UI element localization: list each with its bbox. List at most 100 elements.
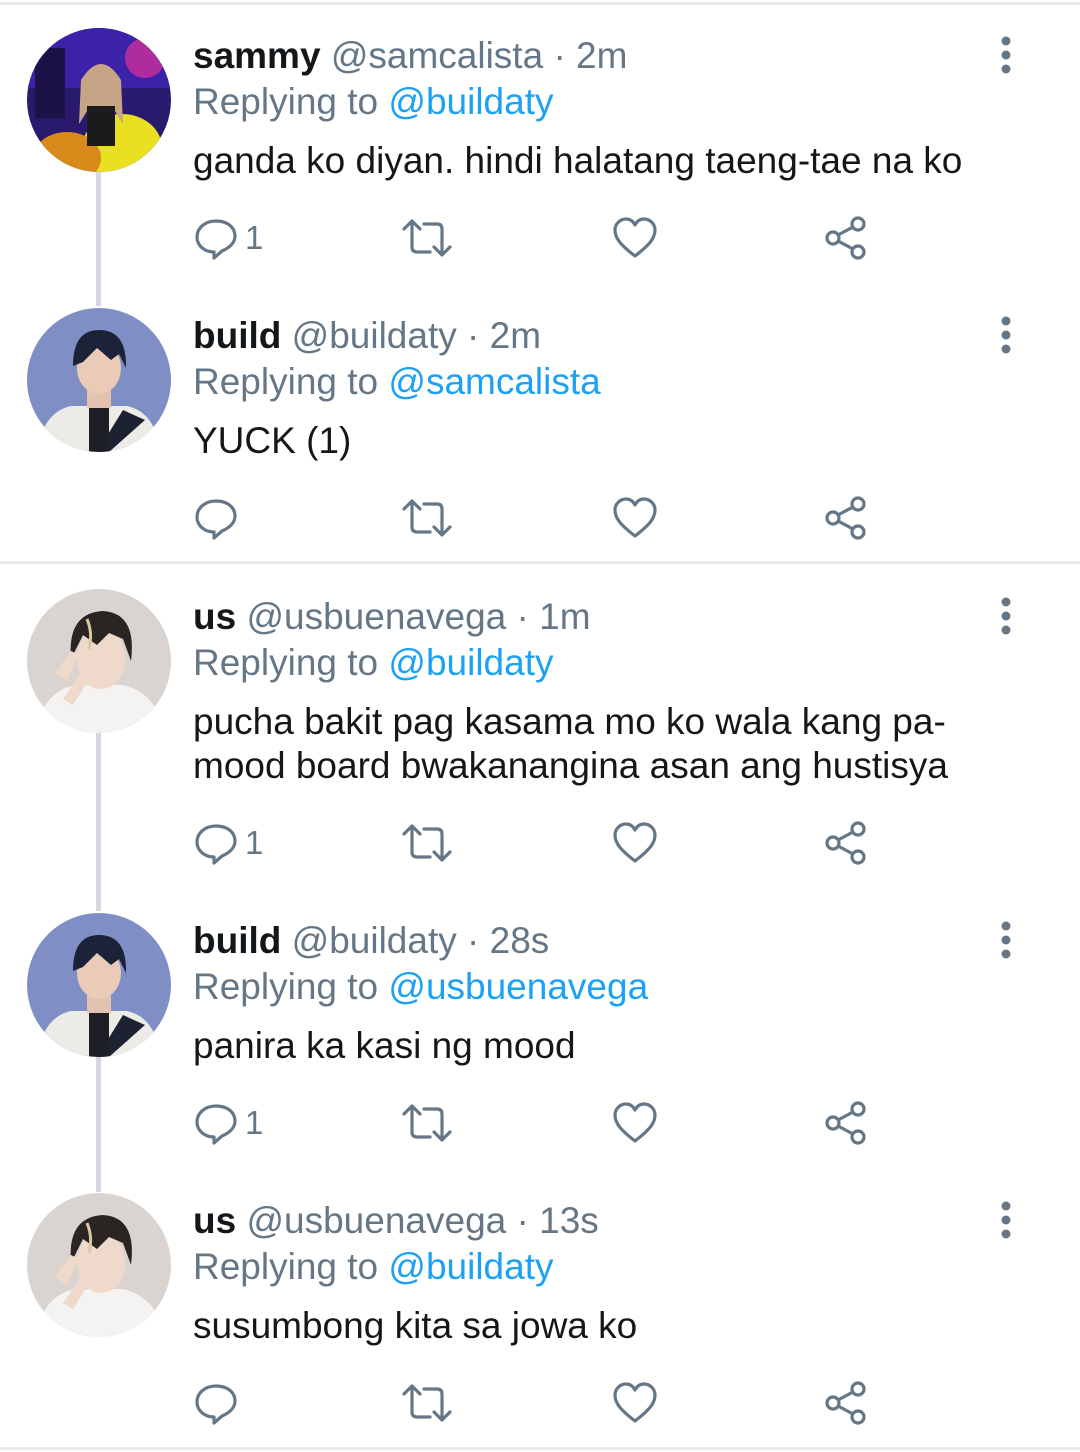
reply-mention[interactable]: @buildaty <box>388 1246 553 1287</box>
handle[interactable]: @usbuenavega <box>246 1200 506 1241</box>
retweet-icon <box>402 1104 452 1142</box>
reply-icon <box>195 219 237 260</box>
replying-to: Replying to @usbuenavega <box>193 964 648 1010</box>
retweet-button[interactable] <box>400 813 454 873</box>
display-name[interactable]: us <box>193 596 236 637</box>
reply-button[interactable]: 1 <box>193 813 263 873</box>
tweet[interactable]: us @usbuenavega · 13s Replying to @build… <box>0 1168 1080 1448</box>
reply-button[interactable]: 1 <box>193 208 263 268</box>
timestamp[interactable]: 1m <box>539 596 590 637</box>
like-button[interactable] <box>612 1373 658 1433</box>
separator-dot: · <box>516 1200 529 1241</box>
timestamp[interactable]: 2m <box>576 35 627 76</box>
more-button[interactable] <box>992 35 1020 75</box>
tweet-text: ganda ko diyan. hindi halatang taeng-tae… <box>193 140 963 181</box>
tweet[interactable]: us @usbuenavega · 1m Replying to @builda… <box>0 564 1080 889</box>
tweet-header: sammy @samcalista · 2m <box>193 33 627 79</box>
timestamp[interactable]: 13s <box>539 1200 599 1241</box>
replying-to: Replying to @buildaty <box>193 1244 553 1290</box>
display-name[interactable]: us <box>193 1200 236 1241</box>
tweet[interactable]: sammy @samcalista · 2m Replying to @buil… <box>0 3 1080 283</box>
reply-button[interactable] <box>193 488 245 548</box>
like-button[interactable] <box>612 488 658 548</box>
more-vertical-icon <box>1001 921 1011 959</box>
share-button[interactable] <box>823 208 869 268</box>
retweet-button[interactable] <box>400 1373 454 1433</box>
replying-label: Replying to <box>193 642 379 683</box>
replying-to: Replying to @samcalista <box>193 359 601 405</box>
reply-count: 1 <box>245 824 264 861</box>
share-button[interactable] <box>823 813 869 873</box>
share-icon <box>825 821 866 865</box>
tweet[interactable]: build @buildaty · 2m Replying to @samcal… <box>0 283 1080 563</box>
reply-mention[interactable]: @buildaty <box>388 642 553 683</box>
reply-button[interactable]: 1 <box>193 1093 263 1153</box>
replying-label: Replying to <box>193 81 379 122</box>
tweet-text: panira ka kasi ng mood <box>193 1025 576 1066</box>
retweet-icon <box>402 219 452 257</box>
tweet-header: us @usbuenavega · 13s <box>193 1198 599 1244</box>
tweet-text: susumbong kita sa jowa ko <box>193 1305 638 1346</box>
replying-label: Replying to <box>193 361 379 402</box>
action-bar <box>0 1373 1080 1433</box>
display-name[interactable]: build <box>193 315 281 356</box>
share-button[interactable] <box>823 488 869 548</box>
separator-dot: · <box>467 920 480 961</box>
like-button[interactable] <box>612 1093 658 1153</box>
display-name[interactable]: build <box>193 920 281 961</box>
more-button[interactable] <box>992 1200 1020 1240</box>
reply-icon <box>195 1104 237 1145</box>
avatar-build <box>27 308 171 452</box>
more-vertical-icon <box>1001 597 1011 635</box>
more-vertical-icon <box>1001 1201 1011 1239</box>
more-button[interactable] <box>992 596 1020 636</box>
avatar-build <box>27 913 171 1057</box>
reply-mention[interactable]: @usbuenavega <box>388 966 648 1007</box>
more-vertical-icon <box>1001 36 1011 74</box>
separator-dot: · <box>467 315 480 356</box>
tweet[interactable]: build @buildaty · 28s Replying to @usbue… <box>0 888 1080 1168</box>
share-icon <box>825 1101 866 1145</box>
avatar-sammy <box>27 28 171 172</box>
reply-count: 1 <box>245 1104 264 1141</box>
more-button[interactable] <box>992 315 1020 355</box>
action-bar <box>0 488 1080 548</box>
handle[interactable]: @usbuenavega <box>246 596 506 637</box>
heart-icon <box>613 217 657 258</box>
tweet-header: build @buildaty · 2m <box>193 313 541 359</box>
share-button[interactable] <box>823 1093 869 1153</box>
timestamp[interactable]: 28s <box>490 920 550 961</box>
avatar[interactable] <box>27 1193 171 1337</box>
avatar[interactable] <box>27 308 171 452</box>
reply-mention[interactable]: @samcalista <box>388 361 600 402</box>
avatar[interactable] <box>27 913 171 1057</box>
action-bar: 1 <box>0 813 1080 873</box>
display-name[interactable]: sammy <box>193 35 321 76</box>
share-icon <box>825 1381 866 1425</box>
retweet-button[interactable] <box>400 208 454 268</box>
share-button[interactable] <box>823 1373 869 1433</box>
heart-icon <box>613 1382 657 1423</box>
reply-icon <box>195 1384 237 1425</box>
tweet-header: us @usbuenavega · 1m <box>193 594 591 640</box>
replying-label: Replying to <box>193 1246 379 1287</box>
reply-mention[interactable]: @buildaty <box>388 81 553 122</box>
handle[interactable]: @buildaty <box>292 920 457 961</box>
like-button[interactable] <box>612 813 658 873</box>
avatar[interactable] <box>27 589 171 733</box>
replying-to: Replying to @buildaty <box>193 640 553 686</box>
handle[interactable]: @buildaty <box>292 315 457 356</box>
separator-dot: · <box>553 35 566 76</box>
reply-count: 1 <box>245 219 264 256</box>
retweet-button[interactable] <box>400 488 454 548</box>
handle[interactable]: @samcalista <box>331 35 543 76</box>
action-bar: 1 <box>0 208 1080 268</box>
share-icon <box>825 216 866 260</box>
avatar[interactable] <box>27 28 171 172</box>
reply-button[interactable] <box>193 1373 245 1433</box>
replying-to: Replying to @buildaty <box>193 79 553 125</box>
more-button[interactable] <box>992 920 1020 960</box>
timestamp[interactable]: 2m <box>490 315 541 356</box>
like-button[interactable] <box>612 208 658 268</box>
retweet-button[interactable] <box>400 1093 454 1153</box>
